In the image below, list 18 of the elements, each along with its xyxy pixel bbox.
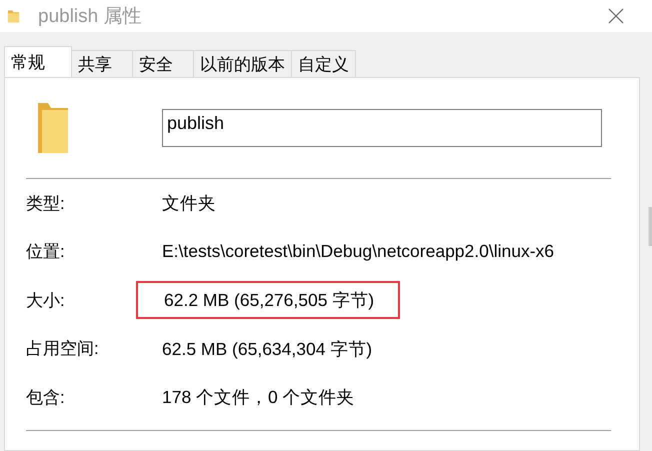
property-value: 62.2 MB (65,276,505 字节): [136, 281, 400, 320]
scrollbar[interactable]: [648, 207, 652, 246]
name-field[interactable]: publish: [162, 109, 602, 147]
property-label: 占用空间:: [26, 338, 100, 360]
window-title: publish 属性: [38, 5, 142, 29]
folder-icon: [7, 8, 20, 24]
property-value: 文件夹: [161, 192, 217, 216]
tab[interactable]: 常规: [4, 46, 72, 77]
property-value: E:\tests\coretest\bin\Debug\netcoreapp2.0\linux-x6: [161, 240, 556, 264]
folder-icon: [36, 101, 70, 155]
property-label: 位置:: [26, 241, 66, 264]
tab[interactable]: 自定义: [291, 50, 356, 77]
property-value: 178 个文件，0 个文件夹: [161, 386, 356, 410]
property-label: 类型:: [26, 192, 66, 215]
property-value: 62.5 MB (65,634,304 字节): [161, 338, 374, 361]
property-label: 大小:: [26, 290, 66, 312]
property-label: 包含:: [26, 386, 66, 409]
close-icon[interactable]: [608, 8, 624, 24]
